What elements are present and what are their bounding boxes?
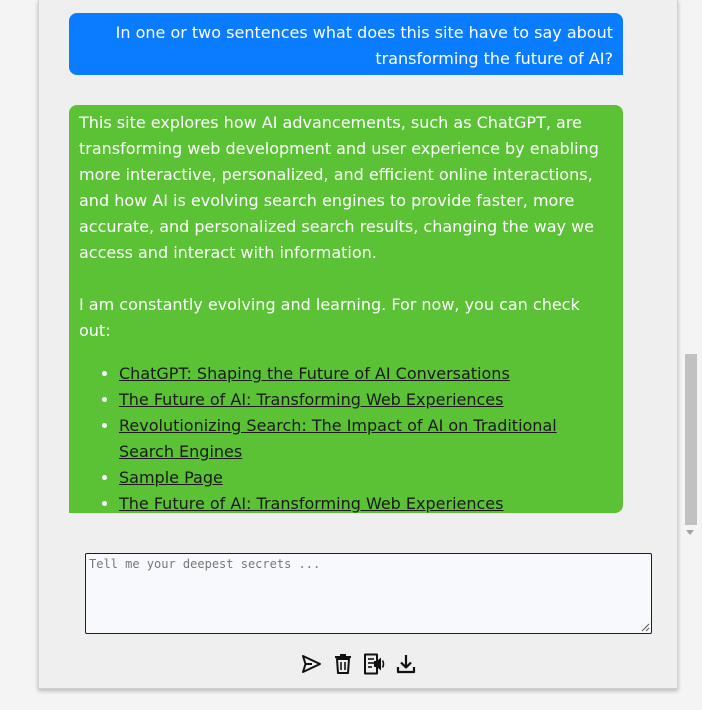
list-item: ChatGPT: Shaping the Future of AI Conver… <box>119 361 613 387</box>
chat-toolbar <box>299 652 429 676</box>
send-icon <box>302 655 321 673</box>
message-scrollbar[interactable] <box>684 0 698 541</box>
bot-message-followup: I am constantly evolving and learning. F… <box>79 295 580 340</box>
message-list[interactable]: In one or two sentences what does this s… <box>69 0 697 540</box>
read-aloud-icon <box>364 653 385 675</box>
list-item: The Future of AI: Transforming Web Exper… <box>119 491 613 517</box>
suggested-link[interactable]: ChatGPT: Shaping the Future of AI Conver… <box>119 364 510 383</box>
list-item: The Future of AI: Transforming Web Exper… <box>119 387 613 413</box>
suggested-links-list: ChatGPT: Shaping the Future of AI Conver… <box>79 361 613 517</box>
scrollbar-thumb[interactable] <box>685 354 697 525</box>
clear-chat-button[interactable] <box>331 652 355 676</box>
bot-message-summary: This site explores how AI advancements, … <box>79 113 599 262</box>
bot-message-bubble: This site explores how AI advancements, … <box>69 105 623 513</box>
chat-panel: In one or two sentences what does this s… <box>38 0 697 689</box>
download-icon <box>396 655 416 674</box>
read-aloud-button[interactable] <box>362 652 386 676</box>
user-message-text: In one or two sentences what does this s… <box>115 23 613 68</box>
user-message-bubble: In one or two sentences what does this s… <box>69 13 623 75</box>
suggested-link[interactable]: The Future of AI: Transforming Web Exper… <box>119 494 503 513</box>
list-item: Revolutionizing Search: The Impact of AI… <box>119 413 613 465</box>
chat-input[interactable] <box>85 553 652 634</box>
suggested-link[interactable]: The Future of AI: Transforming Web Exper… <box>119 390 503 409</box>
scroll-down-arrow-icon[interactable] <box>686 530 694 535</box>
download-button[interactable] <box>394 652 418 676</box>
suggested-link[interactable]: Sample Page <box>119 468 223 487</box>
trash-icon <box>335 654 351 674</box>
list-item: Sample Page <box>119 465 613 491</box>
send-button[interactable] <box>299 652 323 676</box>
suggested-link[interactable]: Revolutionizing Search: The Impact of AI… <box>119 416 557 461</box>
